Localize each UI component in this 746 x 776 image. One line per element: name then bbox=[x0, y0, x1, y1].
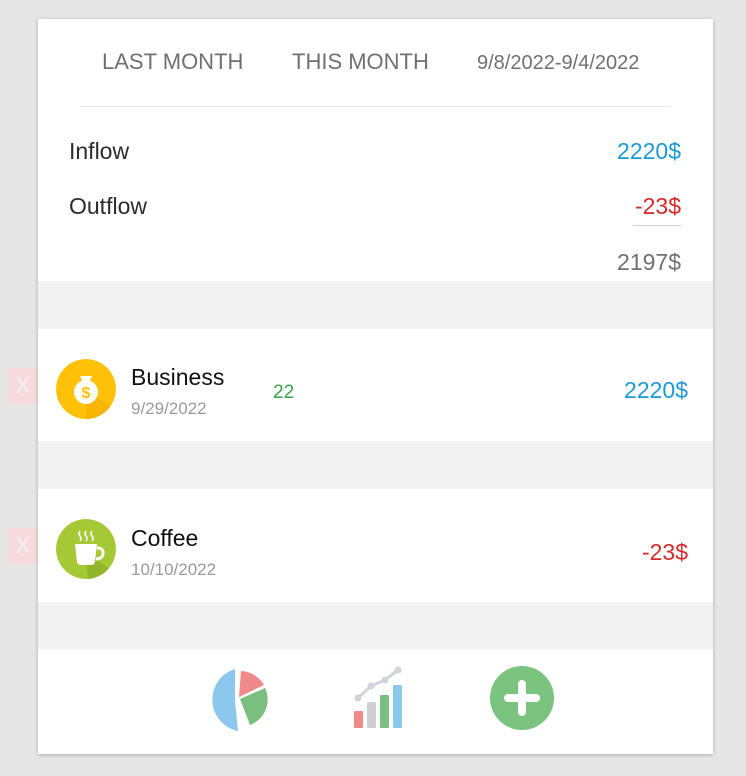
transaction-amount: 2220$ bbox=[624, 377, 688, 403]
tab-last-month[interactable]: LAST MONTH bbox=[102, 49, 243, 75]
balance-value: 2197$ bbox=[617, 249, 681, 275]
section-spacer bbox=[38, 281, 713, 329]
transaction-row-coffee[interactable]: Coffee 10/10/2022 -23$ bbox=[38, 489, 713, 602]
transaction-date: 9/29/2022 bbox=[131, 399, 207, 418]
inflow-value: 2220$ bbox=[617, 138, 681, 164]
tab-this-month[interactable]: THIS MONTH bbox=[292, 49, 429, 75]
outflow-label: Outflow bbox=[69, 193, 147, 219]
svg-text:$: $ bbox=[82, 385, 91, 402]
bottom-nav bbox=[38, 650, 713, 754]
delete-business-button[interactable]: X bbox=[8, 368, 38, 404]
add-icon[interactable] bbox=[490, 666, 554, 735]
tab-date-range[interactable]: 9/8/2022-9/4/2022 bbox=[477, 52, 639, 75]
period-tabs: LAST MONTH THIS MONTH 9/8/2022-9/4/2022 bbox=[38, 19, 713, 107]
inflow-label: Inflow bbox=[69, 138, 130, 164]
outflow-value: -23$ bbox=[634, 193, 681, 219]
transaction-name: Business bbox=[131, 364, 225, 390]
bar-chart-icon[interactable] bbox=[352, 664, 408, 739]
transaction-date: 10/10/2022 bbox=[131, 560, 217, 579]
section-spacer bbox=[38, 602, 713, 650]
total-rule bbox=[633, 225, 681, 226]
transaction-amount: -23$ bbox=[641, 539, 688, 565]
transaction-row-business[interactable]: $ Business 9/29/2022 22 2220$ bbox=[38, 329, 713, 441]
transaction-note: 22 bbox=[273, 382, 295, 403]
transaction-name: Coffee bbox=[131, 525, 199, 551]
money-bag-icon: $ bbox=[56, 359, 116, 419]
pie-chart-icon[interactable] bbox=[204, 666, 270, 737]
delete-coffee-button[interactable]: X bbox=[8, 528, 38, 564]
section-spacer bbox=[38, 441, 713, 489]
coffee-cup-icon bbox=[56, 519, 116, 579]
header-divider bbox=[80, 106, 670, 107]
transactions-card: LAST MONTH THIS MONTH 9/8/2022-9/4/2022 … bbox=[38, 19, 713, 754]
